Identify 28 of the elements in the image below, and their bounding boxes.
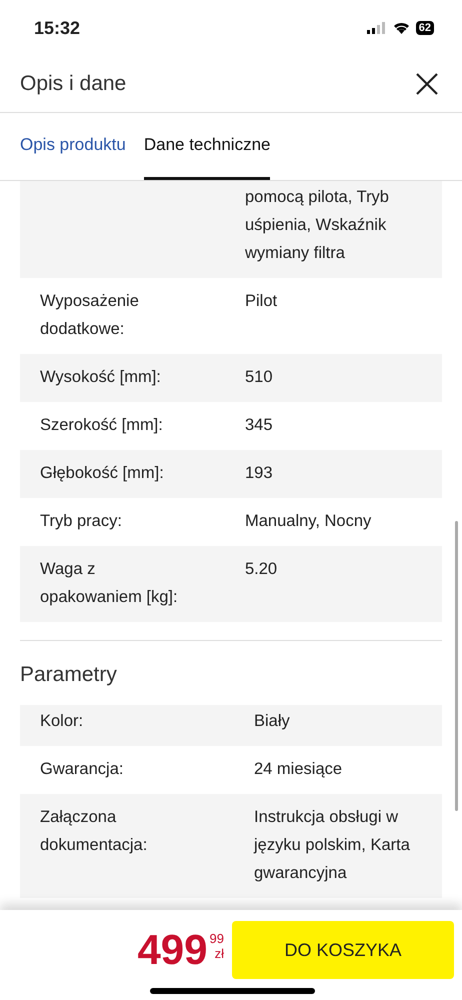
close-icon[interactable] bbox=[416, 73, 438, 95]
spec-label: Wyposażenie dodatkowe: bbox=[40, 292, 139, 338]
section-title: Parametry bbox=[20, 662, 118, 688]
spec-value: Manualny, Nocny bbox=[245, 511, 372, 532]
spec-value: Biały bbox=[254, 711, 291, 732]
spec-value: 5.20 bbox=[245, 559, 278, 580]
status-time: 15:32 bbox=[34, 18, 80, 38]
signal-icon bbox=[366, 22, 387, 34]
spec-label: Szerokość [mm]: bbox=[40, 416, 163, 434]
spec-label: Głębokość [mm]: bbox=[40, 464, 164, 482]
spec-label: Wysokość [mm]: bbox=[40, 368, 161, 386]
spec-value: 193 bbox=[245, 463, 274, 484]
spec-label: Załączona dokumentacja: bbox=[40, 808, 148, 854]
spec-value: 510 bbox=[245, 367, 274, 388]
add-to-cart-button[interactable]: DO KOSZYKA bbox=[232, 921, 454, 979]
page-title: Opis i dane bbox=[20, 72, 126, 96]
spec-value: 345 bbox=[245, 415, 274, 436]
wifi-icon bbox=[392, 22, 410, 34]
spec-label: Kolor: bbox=[40, 712, 84, 730]
spec-value: pomocą pilota, Tryb uśpienia, Wskaźnik wymiany filtra bbox=[245, 187, 390, 264]
spec-label: Waga z opakowaniem [kg]: bbox=[40, 560, 178, 606]
spec-value: 24 miesiące bbox=[254, 759, 344, 780]
battery-level: 62 bbox=[416, 21, 434, 35]
spec-value: Pilot bbox=[245, 291, 278, 312]
spec-value: Instrukcja obsługi w języku polskim, Karta gwarancyjna bbox=[254, 807, 411, 884]
tab[interactable]: Opis produktu bbox=[20, 113, 126, 180]
spec-label: Gwarancja: bbox=[40, 760, 124, 778]
spec-label: Tryb pracy: bbox=[40, 512, 122, 530]
